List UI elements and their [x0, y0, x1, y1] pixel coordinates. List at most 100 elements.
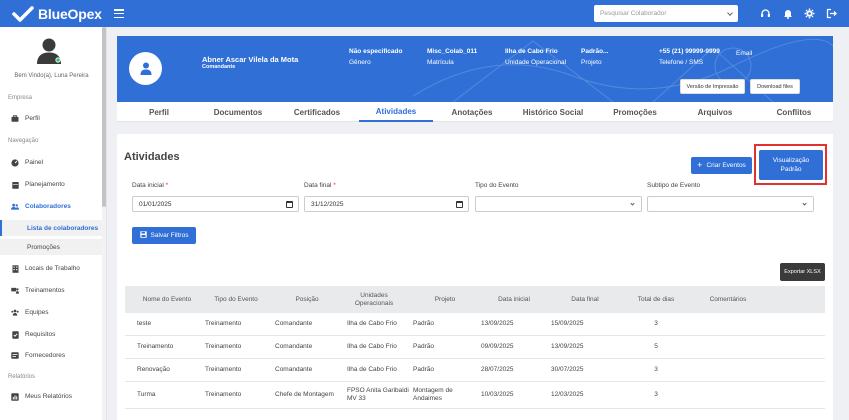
field-label: Telefone / SMS [659, 59, 704, 66]
page-title: Atividades [124, 151, 180, 163]
sidebar-item-label: Fornecedores [25, 352, 66, 359]
table-row[interactable]: teste Treinamento Comandante Ilha de Cab… [125, 313, 825, 336]
sidebar-item-label: Treinamentos [25, 287, 65, 294]
sidebar-item-meus-relatorios[interactable]: Meus Relatórios [0, 389, 103, 404]
download-files-button[interactable]: Download files [750, 79, 800, 94]
scrollbar-thumb[interactable] [102, 27, 106, 207]
cell-position: Comandante [275, 366, 313, 373]
sidebar-item-perfil[interactable]: Perfil [0, 111, 103, 126]
column-header[interactable]: Nome do Evento [125, 296, 197, 304]
table-row[interactable]: Turma Treinamento Chefe de Montagem FPSO… [125, 382, 825, 409]
activities-table: Nome do Evento Tipo do Evento Posição Un… [125, 286, 825, 409]
tab-arquivos[interactable]: Arquivos [675, 102, 755, 122]
profile-field-unidade: Ilha de Cabo Frio Unidade Operacional [505, 48, 566, 66]
search-colaborador-select[interactable]: Pesquisar Colaborador [594, 5, 738, 22]
notification-bell-icon[interactable] [782, 7, 793, 19]
column-header[interactable]: Comentários [689, 296, 767, 304]
sidebar-item-label: Planejamento [25, 181, 65, 188]
column-header[interactable]: Tipo do Evento [197, 296, 267, 304]
cell-position: Comandante [275, 343, 313, 350]
calendar-icon[interactable] [456, 201, 463, 208]
sidebar-item-colaboradores[interactable]: Colaboradores [0, 199, 103, 214]
cell-start: 09/09/2025 [481, 343, 514, 350]
sidebar-item-requisitos[interactable]: Requisitos [0, 327, 103, 342]
tab-perfil[interactable]: Perfil [117, 102, 201, 122]
default-view-label-1: Visualização [772, 157, 810, 164]
cell-name: Renovação [137, 366, 170, 373]
cell-position: Comandante [275, 320, 313, 327]
calendar-icon[interactable] [286, 201, 293, 208]
cell-name: Treinamento [137, 343, 174, 350]
sidebar-subitem-lista-colaboradores[interactable]: Lista de colaboradores [0, 220, 103, 236]
tab-certificados[interactable]: Certificados [275, 102, 359, 122]
start-date-value: 01/01/2025 [139, 200, 172, 208]
activities-panel: Atividades + Criar Eventos Visualização … [117, 134, 833, 420]
tab-documentos[interactable]: Documentos [201, 102, 275, 122]
table-row[interactable]: Renovação Treinamento Comandante Ilha de… [125, 359, 825, 382]
column-header[interactable]: Data final [547, 296, 619, 304]
tab-historico-social[interactable]: Histórico Social [511, 102, 595, 122]
table-row[interactable]: Treinamento Treinamento Comandante Ilha … [125, 336, 825, 359]
support-icon[interactable] [760, 7, 771, 19]
profile-name: Abner Ascar Vilela da Mota [202, 55, 299, 64]
cell-unit: Ilha de Cabo Frio [347, 320, 397, 327]
user-avatar-icon[interactable] [36, 37, 62, 65]
sidebar-item-planejamento[interactable]: Planejamento [0, 177, 103, 192]
cell-start: 28/07/2025 [481, 366, 514, 373]
sidebar-item-label: Requisitos [25, 331, 56, 338]
column-header[interactable]: Unidades Operacionais [339, 292, 409, 308]
cell-type: Treinamento [205, 391, 242, 398]
field-label: Unidade Operacional [505, 59, 567, 66]
column-header[interactable]: Projeto [409, 296, 477, 304]
sidebar-item-fornecedores[interactable]: Fornecedores [0, 348, 103, 363]
logout-icon[interactable] [826, 7, 837, 19]
search-placeholder: Pesquisar Colaborador [600, 10, 667, 17]
profile-field-email: Email [736, 50, 752, 57]
start-date-input[interactable]: 01/01/2025 [132, 196, 299, 212]
save-filters-button[interactable]: Salvar Filtros [132, 227, 196, 244]
settings-gear-icon[interactable] [804, 7, 815, 19]
sidebar-item-equipes[interactable]: Equipes [0, 305, 103, 320]
column-header[interactable]: Total de dias [619, 296, 689, 304]
column-header[interactable]: Data inicial [477, 296, 547, 304]
event-type-select[interactable] [475, 196, 642, 212]
cell-days: 3 [654, 391, 658, 398]
profile-avatar-icon [129, 52, 162, 85]
cell-name: teste [137, 320, 152, 327]
tab-promocoes[interactable]: Promoções [595, 102, 675, 122]
print-version-button[interactable]: Versão de Impressão [680, 79, 745, 94]
cell-project: Montagem de Andaimes [413, 387, 453, 402]
profile-field-genero: Não especificado Gênero [349, 48, 402, 66]
field-value: Ilha de Cabo Frio [505, 48, 558, 55]
start-date-label-text: Data inicial [132, 182, 164, 189]
field-value: Não especificado [349, 48, 403, 55]
profile-tabs: Perfil Documentos Certificados Atividade… [117, 102, 833, 122]
sidebar-item-locais[interactable]: Locais de Trabalho [0, 261, 103, 276]
end-date-input[interactable]: 31/12/2025 [304, 196, 469, 212]
event-subtype-select[interactable] [647, 196, 814, 212]
column-header[interactable]: Posição [267, 296, 339, 304]
dashboard-icon [11, 158, 19, 167]
sidebar-subitem-promocoes[interactable]: Promoções [0, 239, 103, 255]
blueopex-logo-icon [12, 5, 34, 23]
sidebar-item-treinamentos[interactable]: Treinamentos [0, 283, 103, 298]
brand[interactable]: BlueOpex [12, 5, 112, 23]
supplier-icon [11, 352, 19, 360]
training-icon [11, 287, 19, 295]
cell-type: Treinamento [205, 343, 242, 350]
building-icon [11, 264, 19, 273]
export-xlsx-button[interactable]: Exportar XLSX [780, 263, 825, 281]
default-view-button[interactable]: Visualização Padrão [759, 150, 823, 180]
sidebar-scrollbar[interactable] [102, 27, 106, 420]
tab-conflitos[interactable]: Conflitos [755, 102, 833, 122]
create-events-button[interactable]: + Criar Eventos [691, 157, 752, 174]
checklist-icon [11, 330, 19, 339]
tab-atividades[interactable]: Atividades [359, 102, 433, 122]
menu-toggle-icon[interactable] [114, 9, 124, 18]
sidebar-item-painel[interactable]: Painel [0, 155, 103, 170]
profile-field-projeto: Padrão... Projeto [581, 48, 608, 66]
cell-end: 15/09/2025 [551, 320, 584, 327]
tab-anotacoes[interactable]: Anotações [433, 102, 511, 122]
cell-start: 10/03/2025 [481, 391, 514, 398]
cell-days: 3 [654, 320, 658, 327]
